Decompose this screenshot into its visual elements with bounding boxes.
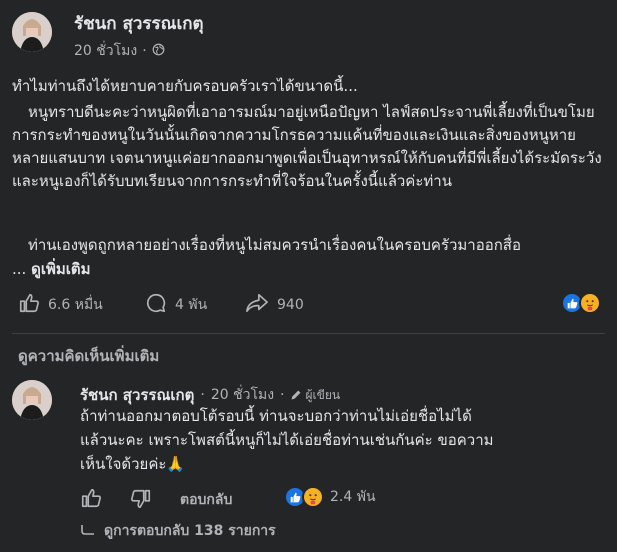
see-more-link[interactable]: ดูเพิ่มเติม xyxy=(31,260,90,278)
post-author-name[interactable]: รัชนก สุวรรณเกตุ xyxy=(74,10,204,37)
globe-icon xyxy=(152,43,165,60)
comment-author-avatar[interactable] xyxy=(12,380,52,420)
comment-separator-2: · xyxy=(280,387,285,403)
author-badge: ผู้เขียน xyxy=(290,386,340,405)
post-reaction-summary[interactable] xyxy=(561,292,601,314)
like-stat[interactable]: 6.6 หมื่น xyxy=(18,292,103,318)
avatar-photo xyxy=(12,12,52,52)
comments-divider xyxy=(12,333,605,334)
ellipsis: ... xyxy=(12,260,27,278)
post-time[interactable]: 20 ชั่วโมง xyxy=(74,40,137,62)
comment-stat[interactable]: 4 พัน xyxy=(145,292,207,318)
care-reaction-icon xyxy=(579,292,601,314)
comment-line-2: แล้วนะคะ เพราะโพสต์นี้หนูก็ไม่ได้เอ่ยชื่… xyxy=(80,431,494,449)
reply-arrow-icon xyxy=(81,525,94,535)
like-icon xyxy=(81,488,101,508)
share-icon xyxy=(245,292,269,318)
avatar-photo xyxy=(12,380,52,420)
comment-icon xyxy=(145,292,167,318)
comment-reaction-count: 2.4 พัน xyxy=(330,489,376,505)
share-stat[interactable]: 940 xyxy=(245,292,304,318)
post-author-avatar[interactable] xyxy=(12,12,52,52)
dislike-icon xyxy=(131,489,151,509)
comment-dislike-button[interactable] xyxy=(130,488,152,514)
view-more-comments-link[interactable]: ดูความคิดเห็นเพิ่มเติม xyxy=(18,344,159,368)
comment-reaction-summary[interactable]: 2.4 พัน xyxy=(284,486,376,508)
post-paragraph-1: หนูทราบดีนะคะว่าหนูผิดที่เอาอารมณ์มาอยู่… xyxy=(12,103,602,190)
comment-separator: · xyxy=(200,387,205,403)
comment-like-button[interactable] xyxy=(80,487,102,513)
comment-text: ถ้าท่านออกมาตอบโต้รอบนี้ ท่านจะบอกว่าท่า… xyxy=(80,404,595,476)
view-replies-link[interactable]: ดูการตอบกลับ 138 รายการ xyxy=(80,520,276,542)
comment-line-1: ถ้าท่านออกมาตอบโต้รอบนี้ ท่านจะบอกว่าท่า… xyxy=(80,407,472,425)
see-more-row: ... ดูเพิ่มเติม xyxy=(12,258,91,281)
post-paragraph-2: ท่านเองพูดถูกหลายอย่างเรื่องที่หนูไม่สมค… xyxy=(28,236,521,254)
share-count: 940 xyxy=(277,297,304,313)
care-reaction-icon xyxy=(302,486,324,508)
comment-reaction-icons xyxy=(284,486,324,508)
author-badge-label: ผู้เขียน xyxy=(305,387,341,402)
pen-icon xyxy=(291,390,301,400)
like-icon xyxy=(18,292,40,318)
comment-count: 4 พัน xyxy=(175,297,208,313)
comment-reply-button[interactable]: ตอบกลับ xyxy=(180,489,232,511)
comment-line-3: เห็นใจด้วยค่ะ🙏 xyxy=(80,455,186,473)
post-intro: ทำไมท่านถึงได้หยาบคายกับครอบครัวเราได้ขน… xyxy=(12,77,358,95)
like-count: 6.6 หมื่น xyxy=(48,297,103,313)
view-replies-label: ดูการตอบกลับ 138 รายการ xyxy=(104,523,276,539)
comment-time[interactable]: 20 ชั่วโมง xyxy=(211,384,274,406)
meta-separator: · xyxy=(142,43,147,59)
post-meta: 20 ชั่วโมง · xyxy=(74,40,165,62)
